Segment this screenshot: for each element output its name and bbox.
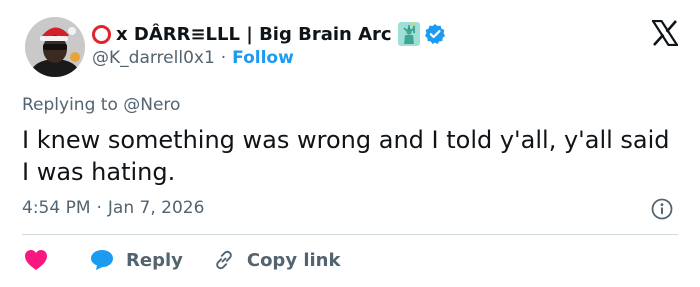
verified-badge-icon	[424, 23, 446, 45]
reply-button[interactable]: Reply	[126, 250, 183, 271]
author-handle-row: @K_darrell0x1 · Follow	[92, 48, 294, 68]
x-logo-icon[interactable]	[650, 19, 680, 47]
divider	[22, 234, 678, 235]
replying-to: Replying to @Nero	[22, 95, 180, 115]
author-handle[interactable]: @K_darrell0x1	[92, 48, 215, 68]
reply-bubble-icon[interactable]	[90, 249, 114, 271]
tweet-text: I knew something was wrong and I told y'…	[22, 126, 670, 186]
tweet-date[interactable]: Jan 7, 2026	[108, 198, 205, 218]
like-heart-icon[interactable]	[24, 249, 48, 271]
avatar[interactable]	[25, 17, 85, 77]
copy-link-button[interactable]: Copy link	[247, 250, 341, 271]
replying-to-label: Replying to	[22, 95, 118, 115]
author-name-row[interactable]: x DÂRR≡LLL | Big Brain Arc	[92, 20, 446, 48]
separator-dot: ·	[220, 48, 227, 68]
tweet-timestamp[interactable]: 4:54 PM · Jan 7, 2026	[22, 198, 204, 218]
link-icon[interactable]	[213, 249, 235, 271]
separator-dot: ·	[96, 198, 102, 218]
statue-of-liberty-icon	[397, 22, 420, 46]
reply-mention-link[interactable]: @Nero	[123, 95, 180, 115]
follow-button[interactable]: Follow	[232, 48, 294, 68]
tweet-time[interactable]: 4:54 PM	[22, 198, 91, 218]
info-icon[interactable]	[651, 198, 673, 220]
tweet-embed-card: x DÂRR≡LLL | Big Brain Arc @K_darrell0x1…	[0, 0, 700, 287]
red-circle-icon	[92, 24, 111, 44]
author-display-name[interactable]: x DÂRR≡LLL | Big Brain Arc	[116, 24, 392, 45]
action-bar: Reply Copy link	[24, 246, 340, 274]
